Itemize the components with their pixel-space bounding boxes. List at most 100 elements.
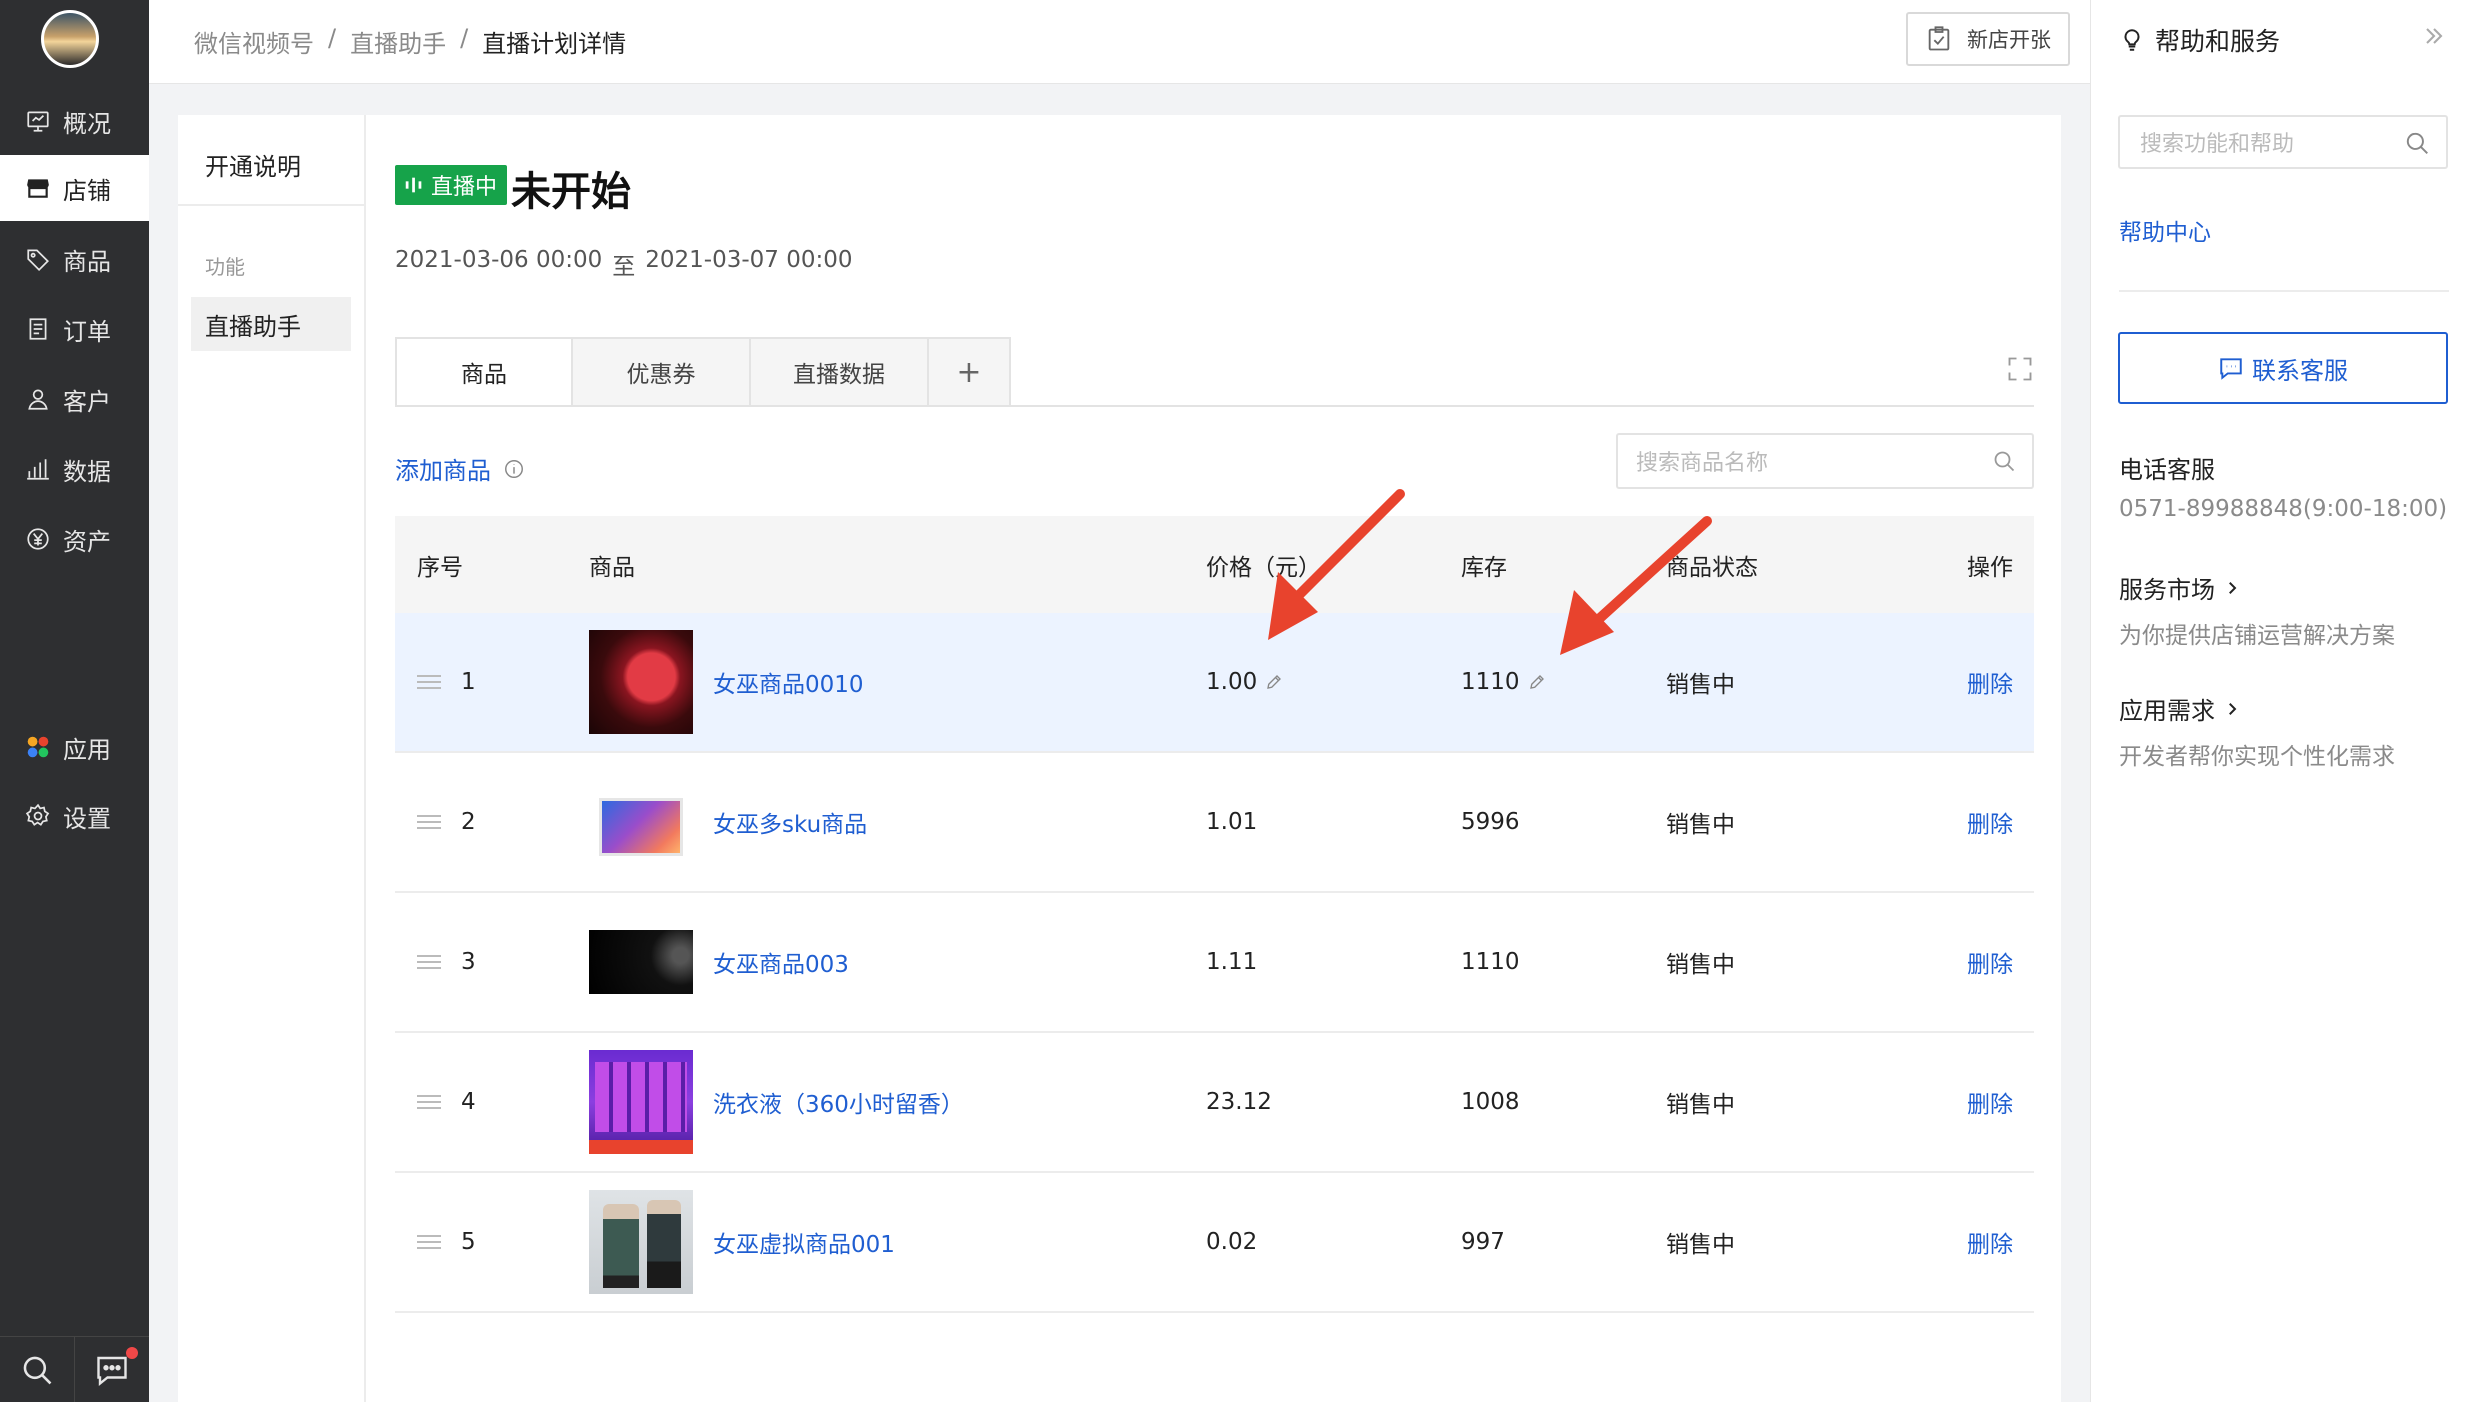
nav-item-label: 订单	[63, 317, 111, 346]
contact-service-label: 联系客服	[2252, 356, 2348, 385]
row-index: 5	[461, 1229, 476, 1255]
status-badge-label: 直播中	[431, 175, 498, 200]
help-search-input[interactable]: 搜索功能和帮助	[2118, 115, 2448, 169]
search-icon	[2406, 132, 2428, 154]
store-icon	[23, 173, 53, 203]
page-title: 未开始	[511, 169, 631, 215]
nav-item-products[interactable]: 商品	[0, 226, 149, 292]
nav-item-label: 客户	[63, 387, 111, 416]
drag-handle-icon[interactable]	[417, 1094, 441, 1110]
breadcrumb-item[interactable]: 微信视频号	[194, 24, 314, 59]
edit-price-icon[interactable]	[1265, 673, 1283, 691]
phone-service-title: 电话客服	[2119, 450, 2215, 485]
tab-products[interactable]: 商品	[395, 337, 573, 407]
collapse-panel-icon[interactable]	[2420, 22, 2448, 50]
drag-handle-icon[interactable]	[417, 1234, 441, 1250]
avatar[interactable]	[41, 10, 99, 68]
nav-item-data[interactable]: 数据	[0, 436, 149, 502]
price-cell: 23.12	[1206, 1089, 1272, 1115]
new-store-button[interactable]: 新店开张	[1906, 12, 2070, 66]
product-thumbnail[interactable]	[589, 630, 693, 734]
nav-item-label: 店铺	[63, 176, 111, 205]
row-index: 2	[461, 809, 476, 835]
product-name-link[interactable]: 女巫商品0010	[713, 665, 864, 699]
product-name-link[interactable]: 女巫虚拟商品001	[713, 1225, 895, 1259]
drag-handle-icon[interactable]	[417, 814, 441, 830]
gear-icon	[23, 801, 53, 831]
product-thumbnail[interactable]	[589, 1190, 693, 1294]
messages-button[interactable]	[74, 1337, 148, 1402]
status-value: 销售中	[1666, 672, 1735, 698]
help-search-placeholder: 搜索功能和帮助	[2140, 132, 2295, 157]
help-center-link[interactable]: 帮助中心	[2119, 213, 2211, 247]
time-range: 2021-03-06 00:00 至 2021-03-07 00:00	[395, 247, 853, 281]
subnav-item-live-assistant[interactable]: 直播助手	[191, 297, 351, 351]
nav-item-customers[interactable]: 客户	[0, 366, 149, 432]
stock-cell: 1110	[1461, 949, 1520, 975]
tab-bar: 商品 优惠券 直播数据 +	[395, 337, 1011, 407]
live-bars-icon	[405, 177, 422, 193]
fullscreen-icon[interactable]	[2006, 355, 2034, 383]
product-search-input[interactable]: 搜索商品名称	[1616, 433, 2034, 489]
delete-link[interactable]: 删除	[1967, 805, 2013, 839]
tab-live-data[interactable]: 直播数据	[751, 337, 929, 407]
product-name-link[interactable]: 洗衣液（360小时留香）	[713, 1085, 964, 1119]
contact-service-button[interactable]: 联系客服	[2118, 332, 2448, 404]
product-table: 序号 商品 价格（元） 库存 商品状态 操作 1 女巫商品0010 1.00 1…	[395, 516, 2034, 1313]
global-search-button[interactable]	[0, 1337, 74, 1402]
table-row[interactable]: 4 洗衣液（360小时留香） 23.12 1008 销售中 删除	[395, 1033, 2034, 1173]
delete-link[interactable]: 删除	[1967, 1085, 2013, 1119]
price-cell: 1.11	[1206, 949, 1257, 975]
service-market-link[interactable]: 服务市场	[2119, 570, 2241, 605]
product-thumbnail[interactable]	[589, 770, 693, 874]
drag-handle-icon[interactable]	[417, 674, 441, 690]
service-market-desc: 为你提供店铺运营解决方案	[2119, 623, 2395, 649]
product-name-link[interactable]: 女巫商品003	[713, 945, 849, 979]
nav-bottom-bar	[0, 1336, 149, 1402]
nav-item-label: 资产	[63, 527, 111, 556]
breadcrumb-separator: /	[460, 24, 469, 52]
nav-item-store[interactable]: 店铺	[0, 155, 149, 221]
product-thumbnail[interactable]	[589, 930, 693, 994]
document-icon	[23, 314, 53, 344]
table-row[interactable]: 3 女巫商品003 1.11 1110 销售中 删除	[395, 893, 2034, 1033]
breadcrumb-item[interactable]: 直播助手	[350, 24, 446, 59]
delete-link[interactable]: 删除	[1967, 945, 2013, 979]
status-badge: 直播中	[395, 165, 508, 205]
table-row[interactable]: 2 女巫多sku商品 1.01 5996 销售中 删除	[395, 753, 2034, 893]
table-row[interactable]: 1 女巫商品0010 1.00 1110 销售中 删除	[395, 613, 2034, 753]
app-request-link[interactable]: 应用需求	[2119, 691, 2241, 726]
left-nav: 概况 店铺 商品 订单 客户 数据 资产 应用 设置	[0, 0, 149, 1402]
product-thumbnail[interactable]	[589, 1050, 693, 1154]
info-icon[interactable]	[503, 458, 525, 480]
drag-handle-icon[interactable]	[417, 954, 441, 970]
nav-item-assets[interactable]: 资产	[0, 506, 149, 572]
add-product-link[interactable]: 添加商品	[395, 451, 525, 486]
tabs-divider	[395, 405, 2034, 407]
help-title-text: 帮助和服务	[2155, 27, 2281, 56]
price-value: 23.12	[1206, 1089, 1272, 1115]
subnav-open-guide[interactable]: 开通说明	[205, 147, 301, 182]
message-icon	[96, 1356, 127, 1386]
header-operation: 操作	[1967, 554, 2013, 581]
edit-stock-icon[interactable]	[1528, 673, 1546, 691]
stock-value: 5996	[1461, 809, 1520, 835]
delete-link[interactable]: 删除	[1967, 1225, 2013, 1259]
table-row[interactable]: 5 女巫虚拟商品001 0.02 997 销售中 删除	[395, 1173, 2034, 1313]
nav-item-orders[interactable]: 订单	[0, 296, 149, 362]
product-cell: 女巫商品003	[589, 930, 849, 994]
product-name-link[interactable]: 女巫多sku商品	[713, 805, 867, 839]
main-panel: 直播中 未开始 2021-03-06 00:00 至 2021-03-07 00…	[366, 115, 2061, 1402]
nav-item-settings[interactable]: 设置	[0, 783, 149, 849]
row-index: 4	[461, 1089, 476, 1115]
tab-add-button[interactable]: +	[929, 337, 1011, 407]
app-request-desc: 开发者帮你实现个性化需求	[2119, 744, 2395, 770]
chevron-right-icon	[2229, 702, 2237, 715]
status-value: 销售中	[1666, 812, 1735, 838]
stock-value: 1110	[1461, 669, 1520, 695]
nav-item-overview[interactable]: 概况	[0, 88, 149, 154]
delete-link[interactable]: 删除	[1967, 665, 2013, 699]
tab-coupons[interactable]: 优惠券	[573, 337, 751, 407]
nav-item-apps[interactable]: 应用	[0, 714, 149, 780]
header-index: 序号	[417, 554, 463, 581]
